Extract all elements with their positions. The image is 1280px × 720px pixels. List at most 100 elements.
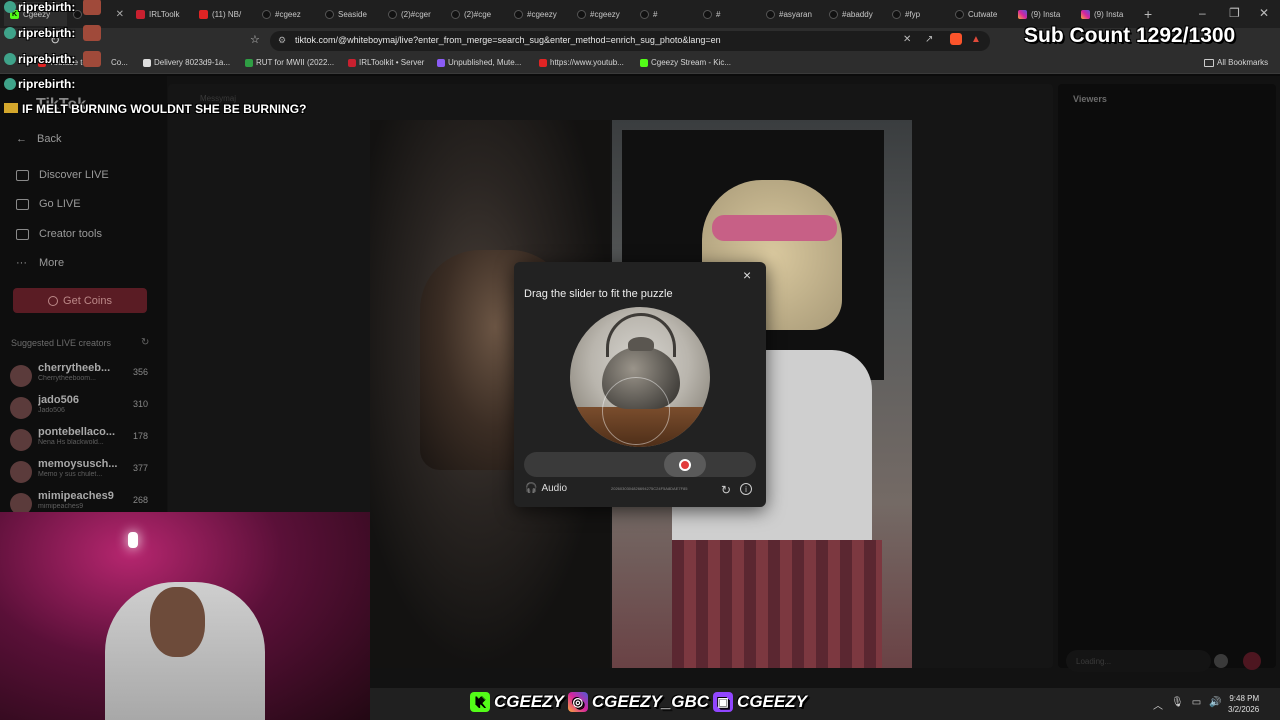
youtube-icon <box>199 9 208 19</box>
audio-button[interactable]: 🎧 Audio <box>525 483 567 494</box>
browser-tab[interactable]: (9) Insta <box>1075 2 1138 26</box>
irltoolkit-icon <box>348 58 356 67</box>
suggested-creator[interactable]: pontebellaco... Nena Hs blackwold... 178 <box>10 426 150 454</box>
tiktok-icon <box>703 9 712 19</box>
bookmark-item[interactable]: Unpublished, Mute... <box>437 58 521 67</box>
minimize-icon[interactable]: – <box>1199 6 1206 20</box>
kick-icon <box>640 58 648 67</box>
tiktok-icon <box>388 9 397 19</box>
back-button[interactable]: ← Back <box>16 133 61 145</box>
nav-more[interactable]: ··· More <box>16 257 64 269</box>
arrow-left-icon: ← <box>16 133 27 145</box>
mute-icon[interactable]: ✕ <box>903 34 911 45</box>
site-info-icon[interactable]: ⚙ <box>278 35 286 46</box>
tiktok-icon <box>829 9 838 19</box>
plaid-skirt <box>672 540 882 668</box>
page-icon <box>143 58 151 67</box>
tiktok-icon <box>892 9 901 19</box>
teapot-lid <box>628 337 654 351</box>
headphones-icon: 🎧 <box>525 483 538 494</box>
overlay-chat-user: ripreb​irth: <box>4 25 102 41</box>
maximize-icon[interactable]: ❐ <box>1229 6 1240 20</box>
browser-tab[interactable]: #abaddy <box>823 2 886 26</box>
nav-creator-tools[interactable]: Creator tools <box>16 228 102 240</box>
info-icon[interactable]: i <box>740 483 752 495</box>
avatar <box>10 429 32 451</box>
tools-icon <box>16 228 29 240</box>
instagram-icon: ◎ <box>567 692 588 712</box>
suggested-creators-title: Suggested LIVE creators <box>11 338 112 348</box>
captcha-close-button[interactable]: × <box>743 267 751 283</box>
emote-icon <box>83 25 102 41</box>
rewards-icon[interactable]: ▲ <box>971 34 981 45</box>
puzzle-piece <box>602 377 670 445</box>
captcha-slider-track[interactable] <box>524 452 756 477</box>
get-coins-button[interactable]: Get Coins <box>13 288 147 313</box>
browser-tab[interactable]: #asyaran <box>760 2 823 26</box>
avatar <box>10 397 32 419</box>
bookmark-item[interactable]: Co... <box>111 58 128 67</box>
url-text[interactable]: tiktok.com/@whiteboymaj/live?enter_from_… <box>295 35 721 45</box>
network-icon[interactable]: ▭ <box>1192 697 1201 712</box>
microphone-icon[interactable]: 🎙 <box>1171 697 1184 712</box>
browser-tab[interactable]: Cutwate <box>949 2 1012 26</box>
bookmark-item[interactable]: Delivery 8023d9-1a... <box>143 58 230 67</box>
browser-tab[interactable]: # <box>697 2 760 26</box>
browser-tab[interactable]: # <box>634 2 697 26</box>
browser-tab[interactable]: (11) NB/ <box>193 2 256 26</box>
all-bookmarks-button[interactable]: All Bookmarks <box>1204 58 1268 67</box>
browser-tab[interactable]: #cgeez <box>256 2 319 26</box>
browser-tab[interactable]: #cgeezy <box>508 2 571 26</box>
bookmark-item[interactable]: Cgeezy Stream - Kic... <box>640 58 731 67</box>
browser-tab[interactable]: #cgeezy <box>571 2 634 26</box>
globe-badge-icon <box>4 53 16 65</box>
instagram-icon <box>1018 9 1027 19</box>
browser-tab[interactable]: (2)#cger <box>382 2 445 26</box>
browser-tab[interactable]: (2)#cge <box>445 2 508 26</box>
live-icon <box>16 169 29 181</box>
irltoolkit-icon <box>136 9 145 19</box>
tiktok-icon <box>766 9 775 19</box>
social-handles-overlay: K CGEEZY ◎ CGEEZY_GBC ▣ CGEEZY <box>470 692 807 712</box>
bookmark-star-icon[interactable]: ☆ <box>250 33 260 46</box>
instagram-icon <box>1081 9 1090 19</box>
share-icon[interactable]: ↗ <box>925 34 933 45</box>
suggested-creator[interactable]: memoysusch... Memo y sus chulet... 377 <box>10 458 150 486</box>
bookmark-item[interactable]: IRLToolkit • Server <box>348 58 424 67</box>
tiktok-icon <box>955 9 964 19</box>
system-tray: ︿ 🎙 ▭ 🔊 <box>1153 697 1222 712</box>
emoji-icon[interactable] <box>1214 654 1228 668</box>
streamer-webcam <box>0 512 370 720</box>
tiktok-icon <box>514 9 523 19</box>
browser-tab[interactable]: (9) Insta <box>1012 2 1075 26</box>
folder-icon <box>1204 58 1214 67</box>
captcha-slider-handle[interactable] <box>664 452 706 477</box>
browser-tab[interactable]: IRLToolk <box>130 2 193 26</box>
refresh-suggestions-icon[interactable]: ↻ <box>141 337 149 348</box>
suggested-creator[interactable]: jado506 Jado506 310 <box>10 394 150 422</box>
bookmark-item[interactable]: https://www.youtub... <box>539 58 624 67</box>
tiktok-icon <box>451 9 460 19</box>
brave-shield-icon[interactable] <box>950 33 962 45</box>
chat-input[interactable]: Loading... <box>1066 650 1211 672</box>
close-window-icon[interactable]: ✕ <box>1259 6 1269 20</box>
globe-badge-icon <box>4 27 16 39</box>
system-clock[interactable]: 9:48 PM 3/2/2026 <box>1228 693 1259 715</box>
twitch-icon <box>437 58 445 67</box>
refresh-captcha-icon[interactable]: ↻ <box>721 483 731 497</box>
nav-discover-live[interactable]: Discover LIVE <box>16 169 109 181</box>
nav-go-live[interactable]: Go LIVE <box>16 198 81 210</box>
overlay-chat-message: IF MELT BURNING WOULDNT SHE BE BURNING? <box>4 100 324 119</box>
browser-tab[interactable]: Seaside <box>319 2 382 26</box>
close-tab-icon[interactable]: ✕ <box>116 9 124 20</box>
volume-icon[interactable]: 🔊 <box>1209 697 1221 712</box>
browser-tab[interactable]: #fyp <box>886 2 949 26</box>
chevron-up-icon[interactable]: ︿ <box>1153 697 1163 712</box>
new-tab-button[interactable]: + <box>1144 6 1158 22</box>
headband <box>712 215 837 241</box>
avatar <box>10 461 32 483</box>
avatar <box>10 365 32 387</box>
suggested-creator[interactable]: cherrytheeb... Cherrytheeboom... 356 <box>10 362 150 390</box>
bookmark-item[interactable]: RUT for MWII (2022... <box>245 58 334 67</box>
gift-icon[interactable] <box>1243 652 1261 670</box>
